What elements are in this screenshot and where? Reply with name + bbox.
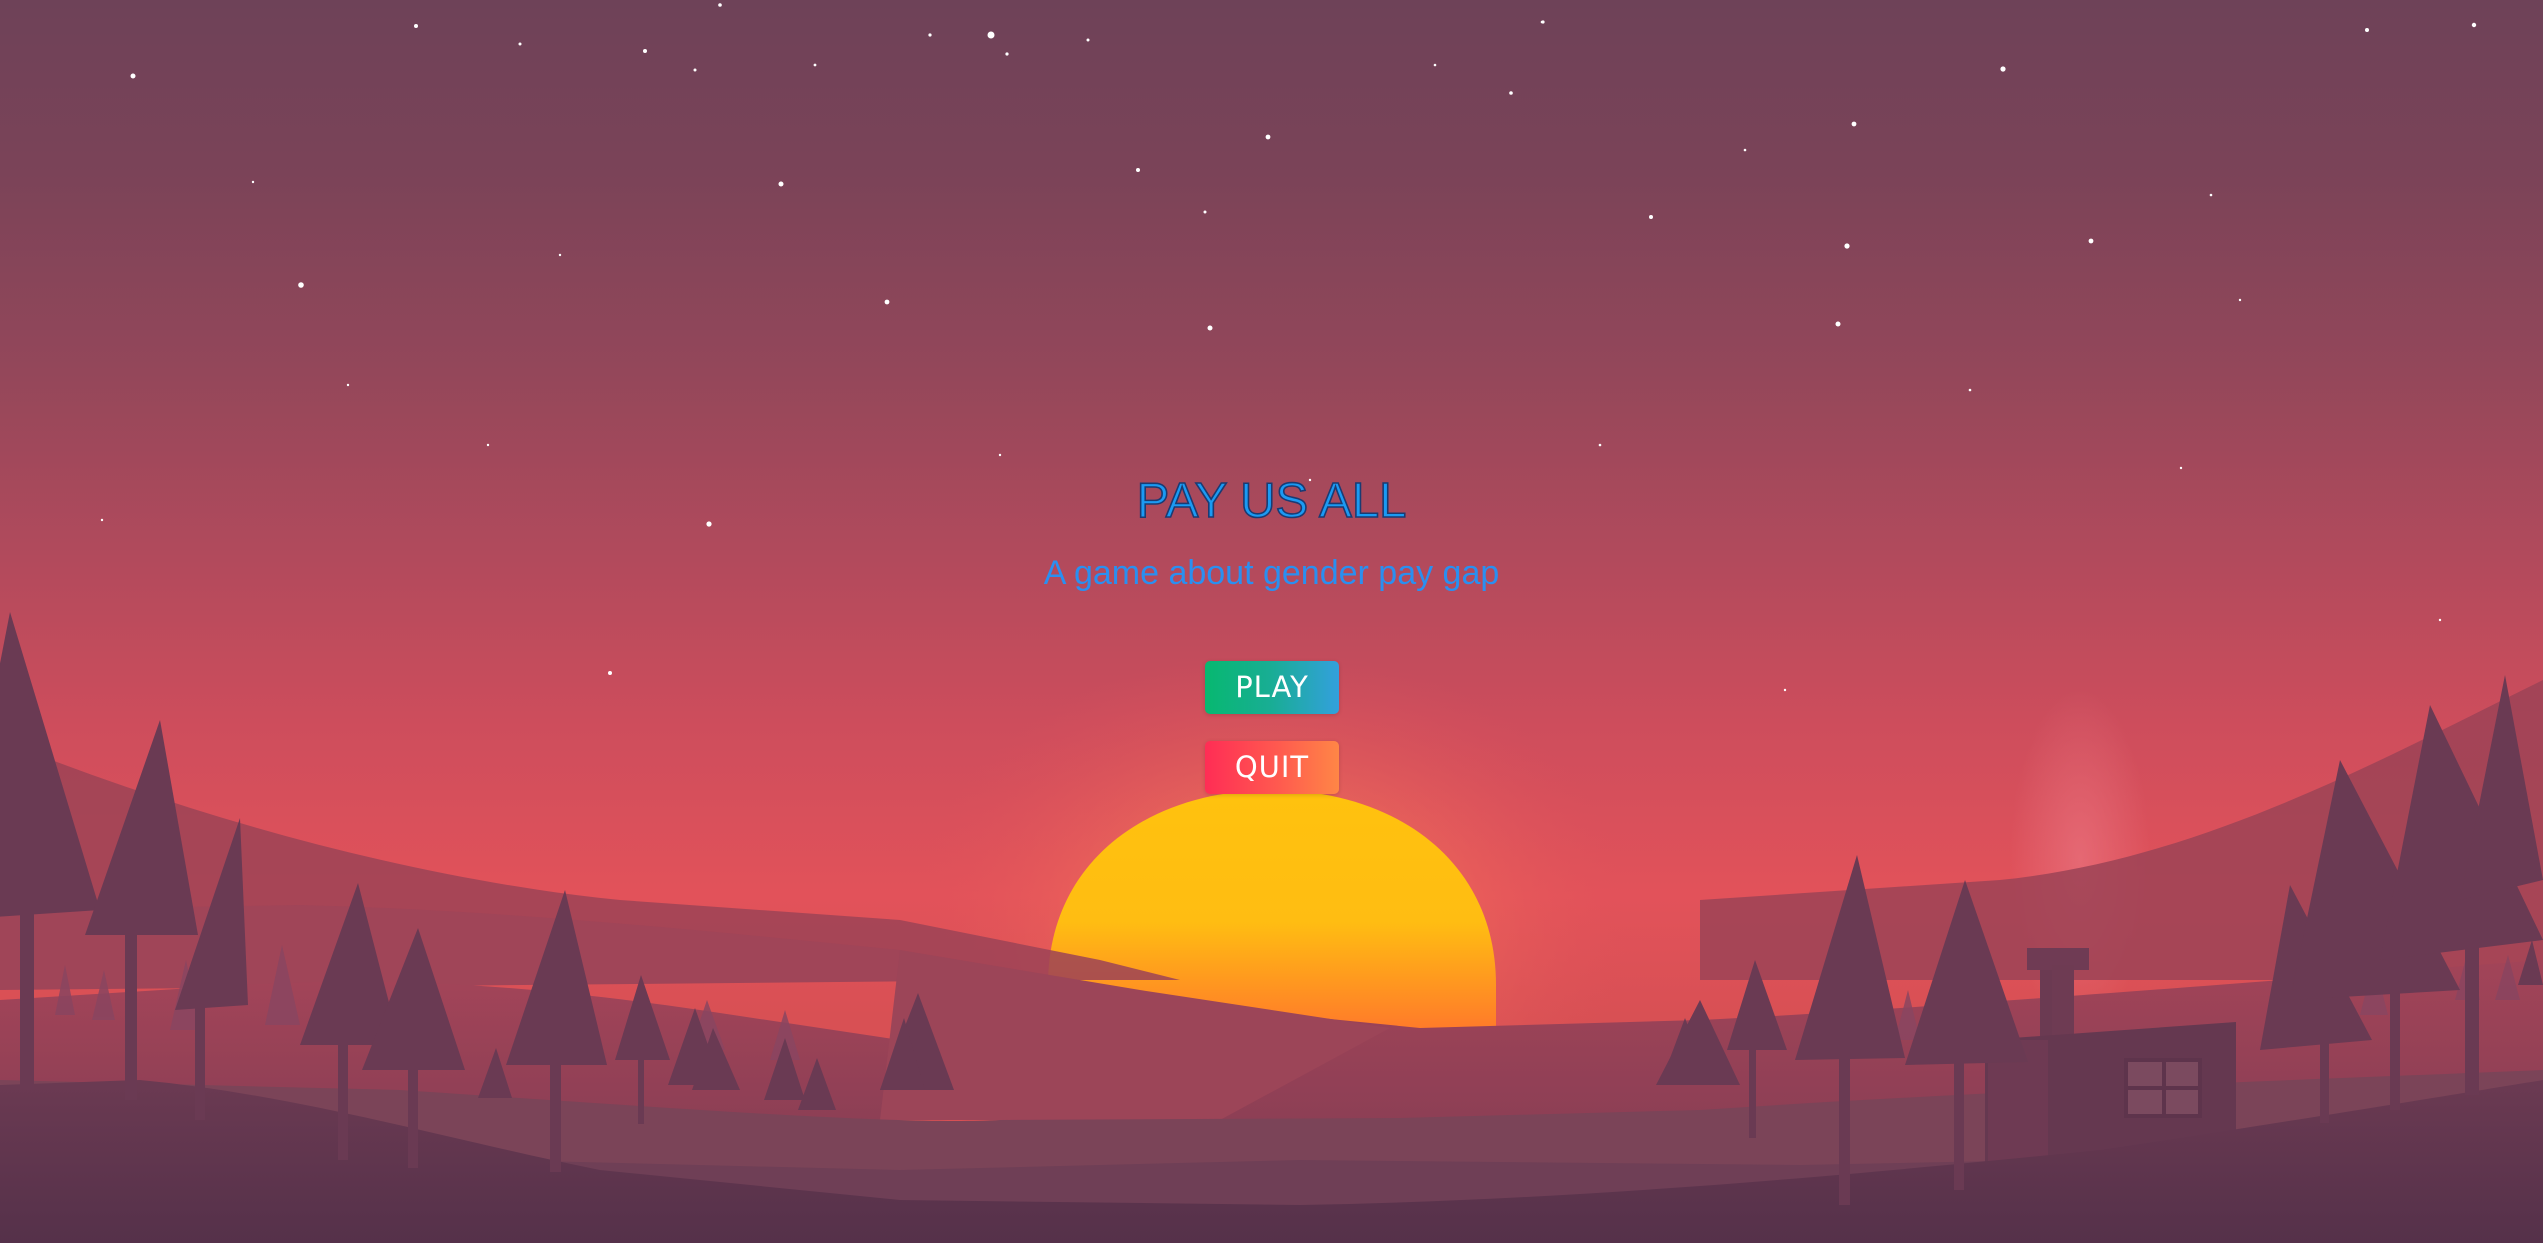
landscape-background [0,3,2543,1243]
quit-button[interactable]: QUIT [1205,741,1339,794]
game-title: PAY US ALL [1136,473,1407,529]
play-button[interactable]: PLAY [1205,661,1339,714]
game-menu-scene: PAY US ALL A game about gender pay gap P… [0,0,2543,1243]
game-subtitle: A game about gender pay gap [1043,554,1500,592]
